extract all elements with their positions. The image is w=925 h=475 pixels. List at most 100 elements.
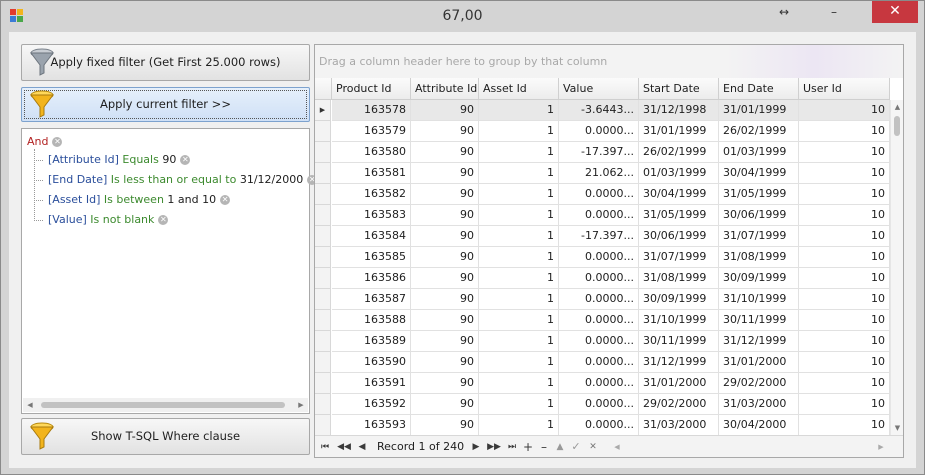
table-cell[interactable]: 163589: [332, 331, 411, 352]
column-header[interactable]: Product Id: [332, 78, 411, 100]
first-record-icon[interactable]: ⏮: [318, 440, 332, 454]
row-indicator[interactable]: [315, 394, 331, 415]
table-cell[interactable]: 31/07/1999: [719, 226, 799, 247]
table-cell[interactable]: 10: [799, 310, 890, 331]
condition-operator[interactable]: Is between: [104, 193, 164, 206]
table-row[interactable]: 163588 90 1 0.0000... 31/10/1999 30/11/1999 10: [315, 310, 890, 331]
table-row[interactable]: 163590 90 1 0.0000... 31/12/1999 31/01/2000 10: [315, 352, 890, 373]
table-cell[interactable]: 1: [479, 205, 559, 226]
append-icon[interactable]: +: [521, 440, 535, 454]
table-cell[interactable]: 01/03/1999: [639, 163, 719, 184]
close-button[interactable]: ✕: [872, 1, 918, 23]
cancel-edit-icon[interactable]: ✕: [586, 440, 600, 454]
table-row[interactable]: ▶ 163578 90 1 -3.6443... 31/12/1998 31/01/1999…: [315, 100, 890, 121]
table-cell[interactable]: 90: [411, 331, 479, 352]
condition-value[interactable]: 1 and 10: [167, 193, 216, 206]
table-cell[interactable]: 163578: [332, 100, 411, 121]
title-bar[interactable]: 67,00 ↔ – ✕: [1, 1, 924, 32]
table-cell[interactable]: 29/02/2000: [639, 394, 719, 415]
next-page-icon[interactable]: ▶▶: [485, 440, 503, 454]
table-cell[interactable]: 10: [799, 226, 890, 247]
table-cell[interactable]: 90: [411, 373, 479, 394]
table-cell[interactable]: 30/04/1999: [639, 184, 719, 205]
table-cell[interactable]: 30/04/1999: [719, 163, 799, 184]
table-cell[interactable]: 163590: [332, 352, 411, 373]
table-cell[interactable]: 163586: [332, 268, 411, 289]
table-cell[interactable]: 0.0000...: [559, 310, 639, 331]
table-cell[interactable]: 1: [479, 352, 559, 373]
filter-condition[interactable]: [End Date] Is less than or equal to 31/1…: [48, 171, 318, 189]
table-cell[interactable]: 10: [799, 268, 890, 289]
table-row[interactable]: 163582 90 1 0.0000... 30/04/1999 31/05/1999 10: [315, 184, 890, 205]
table-cell[interactable]: 0.0000...: [559, 121, 639, 142]
table-row[interactable]: 163589 90 1 0.0000... 30/11/1999 31/12/1999 10: [315, 331, 890, 352]
table-cell[interactable]: 01/03/1999: [719, 142, 799, 163]
table-cell[interactable]: 163583: [332, 205, 411, 226]
table-cell[interactable]: 10: [799, 163, 890, 184]
table-cell[interactable]: 163592: [332, 394, 411, 415]
row-indicator[interactable]: [315, 184, 331, 205]
row-indicator[interactable]: [315, 331, 331, 352]
table-cell[interactable]: 163584: [332, 226, 411, 247]
table-cell[interactable]: 163591: [332, 373, 411, 394]
column-header[interactable]: Start Date: [639, 78, 719, 100]
table-cell[interactable]: 90: [411, 394, 479, 415]
edit-icon[interactable]: ▲: [553, 440, 567, 454]
minimize-button[interactable]: –: [819, 1, 849, 23]
grid-vertical-scrollbar[interactable]: ▲ ▼: [890, 100, 903, 436]
table-cell[interactable]: 90: [411, 268, 479, 289]
scroll-left-icon[interactable]: ◀: [610, 440, 624, 454]
table-cell[interactable]: 163580: [332, 142, 411, 163]
table-row[interactable]: 163586 90 1 0.0000... 31/08/1999 30/09/1999 10: [315, 268, 890, 289]
table-cell[interactable]: 163581: [332, 163, 411, 184]
apply-fixed-filter-button[interactable]: Apply fixed filter (Get First 25.000 row…: [21, 44, 310, 81]
table-cell[interactable]: 1: [479, 184, 559, 205]
scroll-thumb[interactable]: [894, 116, 900, 136]
condition-operator[interactable]: Equals: [122, 153, 158, 166]
table-cell[interactable]: 10: [799, 100, 890, 121]
condition-value[interactable]: 31/12/2000: [240, 173, 303, 186]
table-cell[interactable]: 10: [799, 142, 890, 163]
table-cell[interactable]: 31/08/1999: [719, 247, 799, 268]
condition-field[interactable]: [Attribute Id]: [48, 153, 119, 166]
row-indicator[interactable]: [315, 247, 331, 268]
table-row[interactable]: 163592 90 1 0.0000... 29/02/2000 31/03/2000 10: [315, 394, 890, 415]
table-cell[interactable]: 90: [411, 415, 479, 436]
table-cell[interactable]: 1: [479, 163, 559, 184]
condition-field[interactable]: [Asset Id]: [48, 193, 100, 206]
show-tsql-button[interactable]: Show T-SQL Where clause: [21, 418, 310, 455]
table-cell[interactable]: 0.0000...: [559, 331, 639, 352]
table-cell[interactable]: 163588: [332, 310, 411, 331]
row-indicator[interactable]: [315, 415, 331, 436]
scroll-up-icon[interactable]: ▲: [891, 101, 903, 114]
resize-icon[interactable]: ↔: [769, 1, 799, 23]
table-cell[interactable]: 31/12/1998: [639, 100, 719, 121]
table-cell[interactable]: 31/05/1999: [639, 205, 719, 226]
table-cell[interactable]: 163579: [332, 121, 411, 142]
group-operator[interactable]: And: [27, 135, 48, 148]
table-cell[interactable]: 10: [799, 415, 890, 436]
table-cell[interactable]: 90: [411, 163, 479, 184]
table-cell[interactable]: -17.397...: [559, 226, 639, 247]
row-indicator[interactable]: [315, 268, 331, 289]
scroll-right-icon[interactable]: ▶: [294, 398, 308, 412]
filter-condition[interactable]: [Asset Id] Is between 1 and 10 ✕: [48, 191, 231, 209]
table-cell[interactable]: 163587: [332, 289, 411, 310]
table-cell[interactable]: 163582: [332, 184, 411, 205]
table-cell[interactable]: 90: [411, 352, 479, 373]
table-cell[interactable]: 0.0000...: [559, 352, 639, 373]
table-cell[interactable]: 31/10/1999: [639, 310, 719, 331]
table-row[interactable]: 163584 90 1 -17.397... 30/06/1999 31/07/1999 1…: [315, 226, 890, 247]
column-header[interactable]: Asset Id: [479, 78, 559, 100]
table-cell[interactable]: 26/02/1999: [639, 142, 719, 163]
table-row[interactable]: 163591 90 1 0.0000... 31/01/2000 29/02/2000 10: [315, 373, 890, 394]
table-cell[interactable]: 10: [799, 373, 890, 394]
table-cell[interactable]: 31/12/1999: [639, 352, 719, 373]
table-row[interactable]: 163581 90 1 21.062... 01/03/1999 30/04/1999 10: [315, 163, 890, 184]
remove-icon[interactable]: ✕: [220, 195, 231, 205]
table-cell[interactable]: 0.0000...: [559, 268, 639, 289]
table-cell[interactable]: -17.397...: [559, 142, 639, 163]
last-record-icon[interactable]: ⏭: [505, 440, 519, 454]
table-cell[interactable]: 10: [799, 289, 890, 310]
table-cell[interactable]: 10: [799, 205, 890, 226]
